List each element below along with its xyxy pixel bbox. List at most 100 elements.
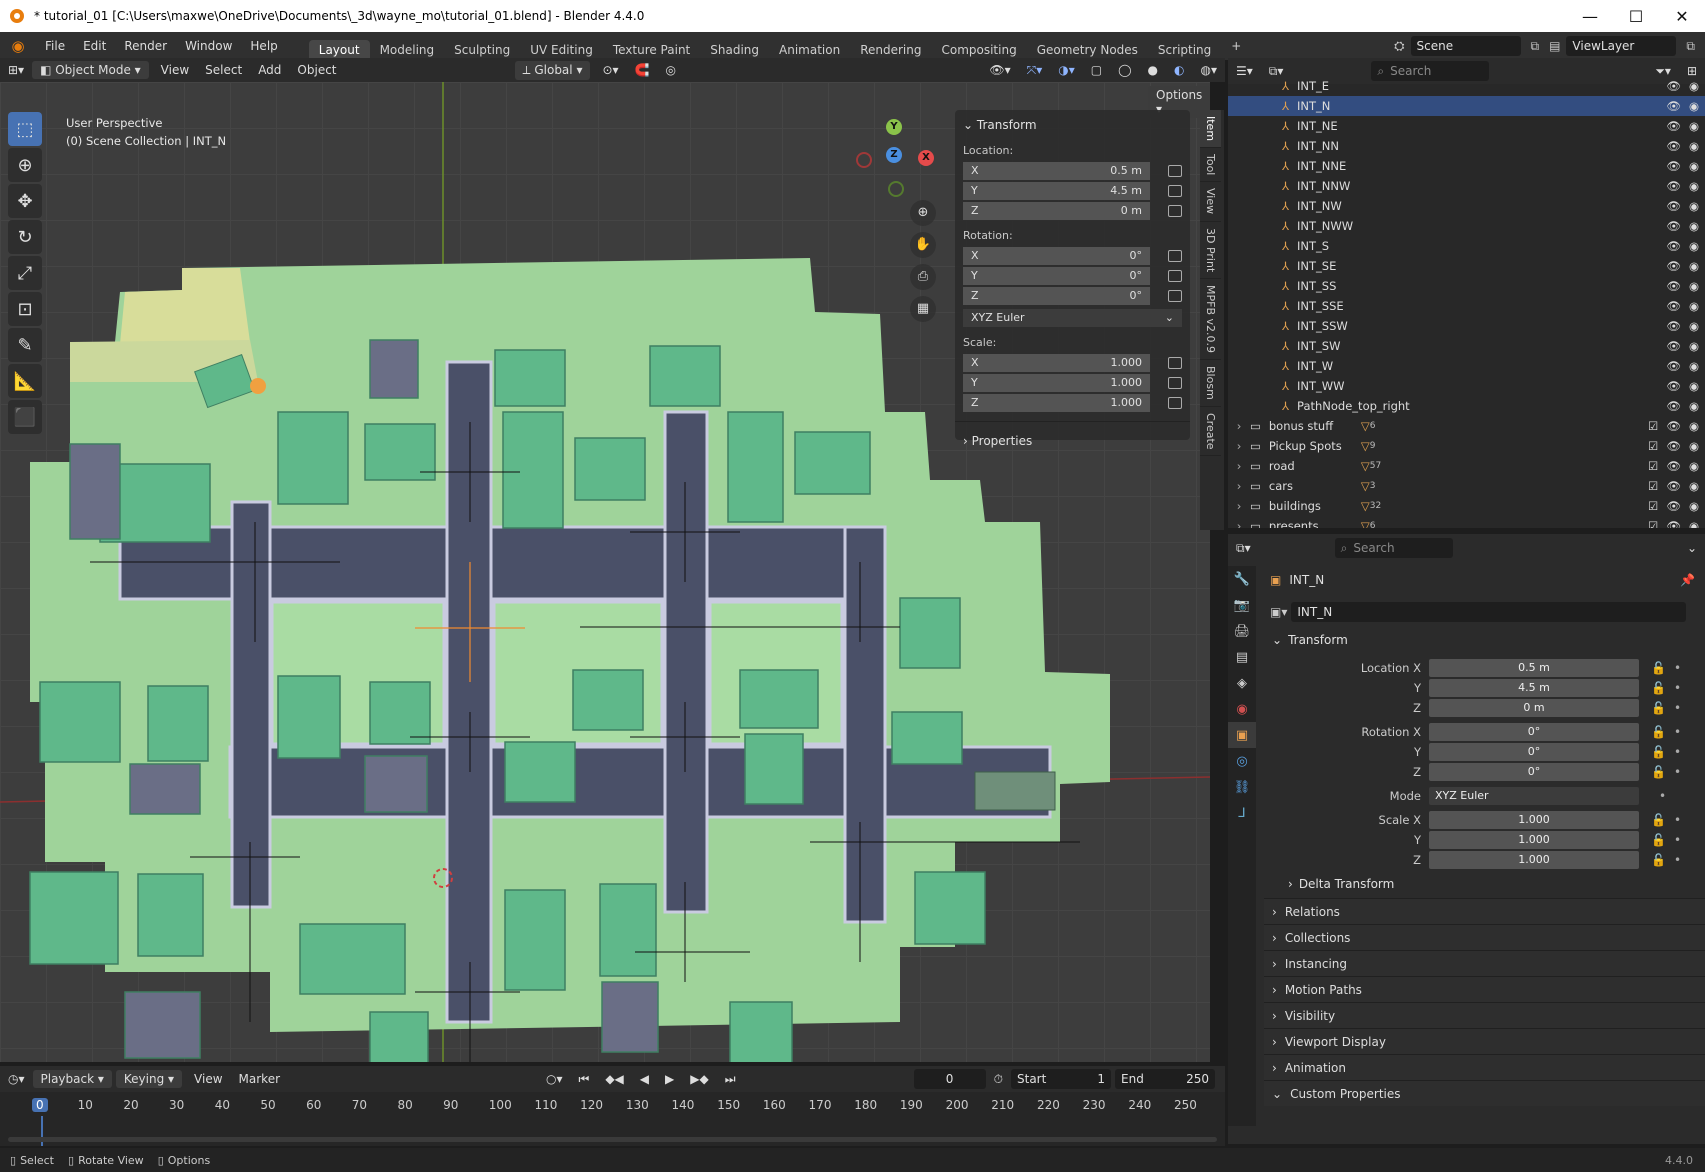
scene-icon[interactable]: ⛭ — [1394, 39, 1404, 54]
sidebar-tab-3d-print[interactable]: 3D Print — [1200, 222, 1221, 279]
shading-wireframe-icon[interactable]: ◯ — [1110, 61, 1139, 79]
keying-menu[interactable]: Keying ▾ — [115, 1070, 183, 1088]
tab-uv-editing[interactable]: UV Editing — [520, 40, 603, 60]
tab-rendering[interactable]: Rendering — [850, 40, 931, 60]
physics-tab-icon[interactable]: ◎ — [1228, 748, 1256, 774]
rotation-x-field[interactable]: X 0° — [963, 246, 1150, 265]
camera-render-icon[interactable]: ◉ — [1689, 479, 1699, 493]
playback-menu[interactable]: Playback ▾ — [32, 1070, 112, 1088]
eye-icon[interactable]: 👁 — [1666, 379, 1681, 393]
navigation-gizmo[interactable]: Y X Z — [850, 117, 940, 207]
shading-material-icon[interactable]: ◐ — [1166, 61, 1192, 79]
timeline-editor-icon[interactable]: ◷▾ — [0, 1070, 33, 1088]
tab-texture-paint[interactable]: Texture Paint — [603, 40, 700, 60]
prev-key-icon[interactable]: ◆◀ — [597, 1070, 631, 1088]
outliner-collection[interactable]: › ▭ Pickup Spots ▽ 9 ☑ 👁 ◉ — [1228, 436, 1705, 456]
camera-render-icon[interactable]: ◉ — [1689, 99, 1699, 113]
keyframe-dot-icon[interactable]: • — [1674, 701, 1681, 715]
camera-render-icon[interactable]: ◉ — [1689, 219, 1699, 233]
eye-icon[interactable]: 👁 — [1666, 319, 1681, 333]
rotation-mode-dropdown[interactable]: XYZ Euler ⌄ — [963, 308, 1182, 327]
outliner-collection[interactable]: › ▭ buildings ▽ 32 ☑ 👁 ◉ — [1228, 496, 1705, 516]
current-frame-field[interactable]: 0 — [913, 1069, 986, 1089]
select-box-tool[interactable]: ⬚ — [8, 112, 42, 146]
blender-menu-icon[interactable]: ◉ — [0, 37, 36, 55]
outliner-item[interactable]: ⅄ INT_SE 👁 ◉ — [1228, 256, 1705, 276]
section-motion-paths[interactable]: › Motion Paths — [1264, 976, 1705, 1002]
keyframe-dot-icon[interactable]: • — [1674, 853, 1681, 867]
transform-tool[interactable]: ⊡ — [8, 292, 42, 326]
properties-options-icon[interactable]: ⌄ — [1679, 539, 1705, 557]
jump-start-icon[interactable]: ⏮ — [571, 1070, 598, 1089]
menu-window[interactable]: Window — [176, 39, 241, 53]
properties-search-input[interactable]: ⌕ Search — [1334, 538, 1453, 558]
timeline-area[interactable]: 0 10 20 30 40 50 60 70 80 90 100 110 120 130 140 150 160… — [0, 1092, 1225, 1146]
eye-icon[interactable]: 👁 — [1666, 439, 1681, 453]
camera-render-icon[interactable]: ◉ — [1689, 419, 1699, 433]
camera-render-icon[interactable]: ◉ — [1689, 159, 1699, 173]
expand-chevron-icon[interactable]: › — [1228, 419, 1250, 433]
tab-layout[interactable]: Layout — [308, 40, 370, 60]
gizmo-x-axis[interactable]: X — [918, 150, 934, 166]
transform-prop-field[interactable]: 0° — [1429, 743, 1639, 761]
xray-icon[interactable]: ▢ — [1083, 61, 1110, 79]
eye-icon[interactable]: 👁 — [1666, 359, 1681, 373]
outliner-item[interactable]: ⅄ INT_E 👁 ◉ — [1228, 76, 1705, 96]
play-reverse-icon[interactable]: ◀ — [632, 1070, 657, 1088]
orientation-dropdown[interactable]: ⟂ Global ▾ — [514, 60, 591, 80]
outliner-item[interactable]: ⅄ INT_NN 👁 ◉ — [1228, 136, 1705, 156]
checkbox-icon[interactable]: ☑ — [1648, 459, 1658, 473]
tab-sculpting[interactable]: Sculpting — [444, 40, 520, 60]
camera-render-icon[interactable]: ◉ — [1689, 319, 1699, 333]
output-tab-icon[interactable]: 🖨 — [1228, 618, 1256, 644]
timeline-view-menu[interactable]: View — [186, 1070, 230, 1088]
menu-help[interactable]: Help — [241, 39, 286, 53]
scene-tab-icon[interactable]: ◈ — [1228, 670, 1256, 696]
outliner-item[interactable]: ⅄ INT_NWW 👁 ◉ — [1228, 216, 1705, 236]
view-layer-tab-icon[interactable]: ▤ — [1228, 644, 1256, 670]
ortho-grid-icon[interactable]: ▦ — [910, 296, 936, 322]
expand-chevron-icon[interactable]: › — [1228, 439, 1250, 453]
rotate-tool[interactable]: ↻ — [8, 220, 42, 254]
viewlayer-icon[interactable]: ▤ — [1549, 39, 1560, 53]
lock-icon[interactable] — [1168, 397, 1182, 409]
object-tab-icon[interactable]: ▣ — [1228, 722, 1256, 748]
lock-icon[interactable] — [1168, 185, 1182, 197]
sidebar-tab-blosm[interactable]: Blosm — [1200, 360, 1221, 407]
camera-render-icon[interactable]: ◉ — [1689, 339, 1699, 353]
eye-icon[interactable]: 👁 — [1666, 219, 1681, 233]
lock-icon[interactable]: 🔓 — [1651, 725, 1666, 739]
camera-render-icon[interactable]: ◉ — [1689, 179, 1699, 193]
camera-render-icon[interactable]: ◉ — [1689, 379, 1699, 393]
camera-render-icon[interactable]: ◉ — [1689, 199, 1699, 213]
lock-icon[interactable]: 🔓 — [1651, 813, 1666, 827]
maximize-button[interactable]: ☐ — [1613, 7, 1659, 26]
end-frame-field[interactable]: End 250 — [1115, 1069, 1215, 1089]
expand-chevron-icon[interactable]: › — [1228, 479, 1250, 493]
lock-icon[interactable]: 🔓 — [1651, 681, 1666, 695]
shading-solid-icon[interactable]: ● — [1140, 61, 1166, 79]
gizmo-z-axis[interactable]: Z — [886, 147, 902, 163]
close-button[interactable]: ✕ — [1659, 7, 1705, 26]
expand-chevron-icon[interactable]: › — [1228, 459, 1250, 473]
lock-icon[interactable]: 🔓 — [1651, 701, 1666, 715]
scale-tool[interactable]: ⤢ — [8, 256, 42, 290]
eye-icon[interactable]: 👁 — [1666, 299, 1681, 313]
tab-animation[interactable]: Animation — [769, 40, 850, 60]
camera-icon[interactable]: ⎙ — [910, 264, 936, 290]
gizmo-toggle-icon[interactable]: ⤧▾ — [1019, 61, 1051, 80]
eye-icon[interactable]: 👁 — [1666, 479, 1681, 493]
menu-edit[interactable]: Edit — [74, 39, 115, 53]
outliner-item[interactable]: ⅄ INT_NE 👁 ◉ — [1228, 116, 1705, 136]
camera-render-icon[interactable]: ◉ — [1689, 459, 1699, 473]
lock-icon[interactable]: 🔓 — [1651, 765, 1666, 779]
checkbox-icon[interactable]: ☑ — [1648, 439, 1658, 453]
keyframe-dot-icon[interactable]: • — [1674, 681, 1681, 695]
eye-icon[interactable]: 👁 — [1666, 139, 1681, 153]
keyframe-dot-icon[interactable]: • — [1674, 725, 1681, 739]
outliner-item[interactable]: ⅄ INT_SSW 👁 ◉ — [1228, 316, 1705, 336]
transform-prop-field[interactable]: 1.000 — [1429, 851, 1639, 869]
keyframe-dot-icon[interactable]: • — [1674, 833, 1681, 847]
outliner-item[interactable]: ⅄ PathNode_top_right 👁 ◉ — [1228, 396, 1705, 416]
outliner-item[interactable]: ⅄ INT_W 👁 ◉ — [1228, 356, 1705, 376]
